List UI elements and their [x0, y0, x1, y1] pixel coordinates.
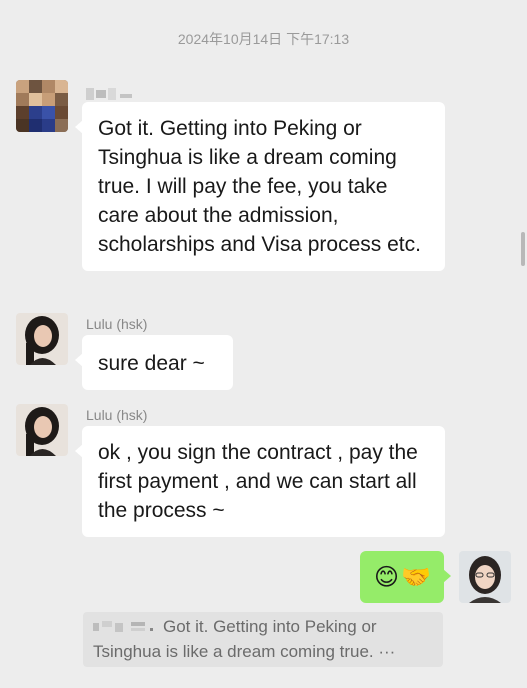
quoted-message[interactable]: Got it. Getting into Peking or Tsinghua …: [83, 612, 443, 667]
sender-name: Lulu (hsk): [86, 316, 148, 332]
message-text: Got it. Getting into Peking or Tsinghua …: [98, 117, 421, 256]
message-text: sure dear ~: [98, 352, 205, 375]
avatar[interactable]: [16, 404, 68, 456]
message-timestamp: 2024年10月14日 下午17:13: [177, 31, 350, 47]
message-text: ok , you sign the contract , pay the fir…: [98, 441, 418, 522]
message-bubble[interactable]: ok , you sign the contract , pay the fir…: [75, 426, 445, 537]
scrollbar[interactable]: [521, 232, 525, 266]
message-bubble[interactable]: sure dear ~: [75, 335, 233, 390]
sender-name: Lulu (hsk): [86, 407, 148, 423]
avatar[interactable]: [16, 80, 68, 132]
message-bubble[interactable]: Got it. Getting into Peking or Tsinghua …: [75, 102, 445, 271]
emoji-text: 😊🤝: [374, 564, 433, 591]
my-avatar[interactable]: [459, 551, 511, 603]
my-message-bubble[interactable]: 😊🤝: [360, 551, 451, 603]
quoted-sender-obscured: [93, 616, 159, 640]
avatar[interactable]: [16, 313, 68, 365]
